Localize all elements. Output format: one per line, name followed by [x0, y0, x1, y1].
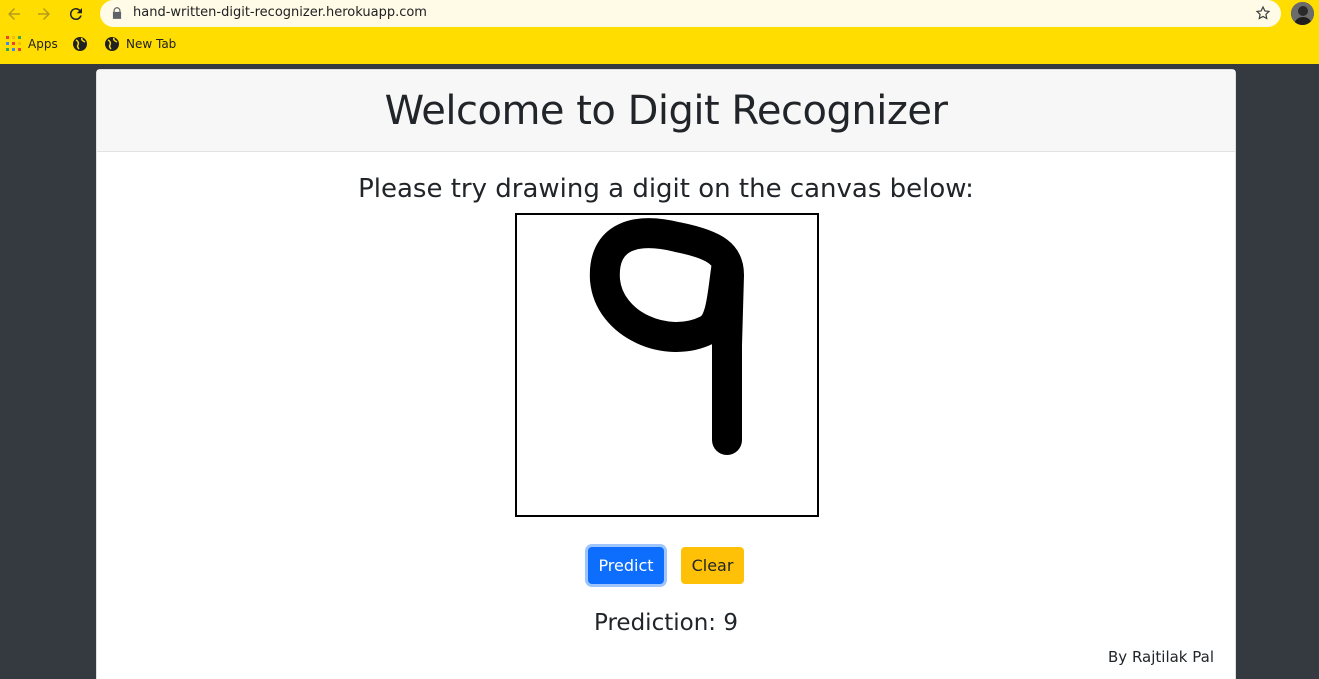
bookmark-label: New Tab	[126, 37, 177, 51]
bookmark-new-tab[interactable]: New Tab	[104, 36, 176, 52]
reload-icon	[69, 8, 82, 21]
predict-button[interactable]: Predict	[588, 547, 664, 584]
apps-grid-icon	[6, 36, 21, 51]
drawn-digit-strokes	[589, 218, 744, 455]
bookmarks-bar: Apps New Tab	[0, 32, 1319, 58]
browser-chrome: hand-written-digit-recognizer.herokuapp.…	[0, 0, 1319, 64]
address-bar[interactable]: hand-written-digit-recognizer.herokuapp.…	[100, 0, 1281, 27]
back-button[interactable]	[3, 3, 25, 25]
browser-toolbar: hand-written-digit-recognizer.herokuapp.…	[0, 0, 1319, 29]
instruction-text: Please try drawing a digit on the canvas…	[358, 174, 974, 204]
arrow-right-icon	[38, 8, 50, 20]
arrow-left-icon	[8, 8, 20, 20]
recognizer-card: Welcome to Digit Recognizer Please try d…	[96, 69, 1236, 679]
author-credit: By Rajtilak Pal	[1108, 648, 1214, 666]
drawing-canvas[interactable]	[515, 213, 819, 517]
bookmark-globe[interactable]	[72, 36, 94, 52]
card-header: Welcome to Digit Recognizer	[97, 70, 1235, 152]
lock-icon	[112, 7, 122, 19]
prediction-result: Prediction: 9	[594, 610, 738, 636]
clear-button[interactable]: Clear	[681, 547, 744, 584]
bookmark-label: Apps	[28, 37, 58, 51]
avatar-icon	[1291, 2, 1314, 25]
globe-icon	[105, 37, 119, 51]
bookmark-apps[interactable]: Apps	[6, 36, 58, 52]
url-text: hand-written-digit-recognizer.herokuapp.…	[133, 5, 427, 20]
reload-button[interactable]	[65, 3, 87, 25]
bookmark-star-icon[interactable]	[1255, 5, 1271, 21]
forward-button[interactable]	[33, 3, 55, 25]
profile-avatar[interactable]	[1291, 2, 1314, 25]
page-title: Welcome to Digit Recognizer	[384, 87, 948, 134]
globe-icon	[73, 37, 87, 51]
